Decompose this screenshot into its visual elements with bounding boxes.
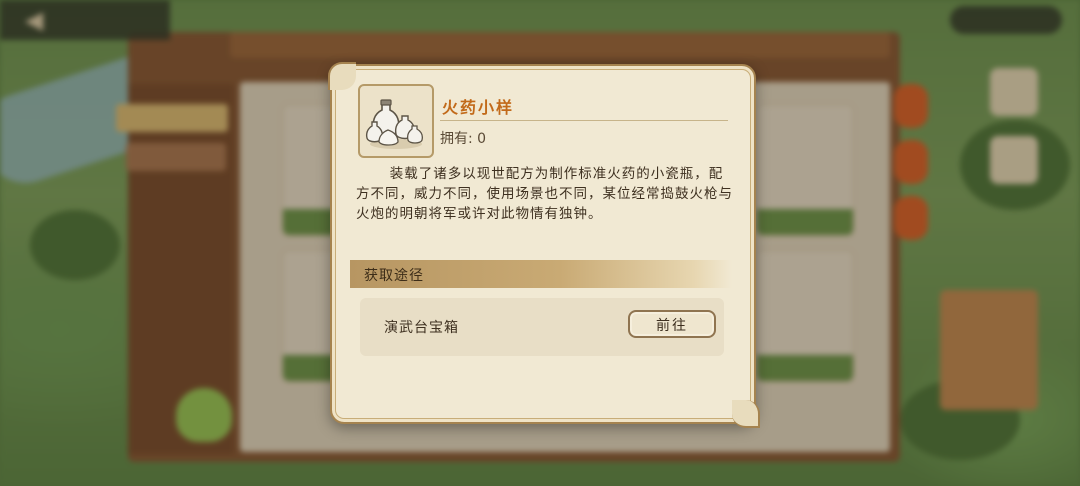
scroll-curl-corner [732, 400, 760, 428]
acquisition-header: 获取途径 [350, 260, 732, 288]
item-detail-dialog: 火药小样 拥有: 0 装载了诸多以现世配方为制作标准火药的小瓷瓶，配方不同，威力… [328, 62, 760, 428]
owned-label: 拥有: [440, 131, 473, 147]
goto-button[interactable]: 前往 [628, 310, 716, 338]
porcelain-bottles-icon [365, 99, 423, 149]
owned-count-row: 拥有: 0 [440, 128, 486, 148]
item-title: 火药小样 [442, 98, 515, 117]
scroll-curl-corner [328, 62, 356, 90]
item-icon-frame [358, 84, 434, 158]
acquisition-source-row: 演武台宝箱 前往 [360, 298, 724, 356]
acquisition-header-label: 获取途径 [364, 268, 424, 284]
item-description: 装载了诸多以现世配方为制作标准火药的小瓷瓶，配方不同，威力不同，使用场景也不同，… [356, 166, 733, 222]
owned-count: 0 [477, 131, 487, 147]
source-name: 演武台宝箱 [384, 320, 459, 336]
title-divider [440, 120, 728, 121]
